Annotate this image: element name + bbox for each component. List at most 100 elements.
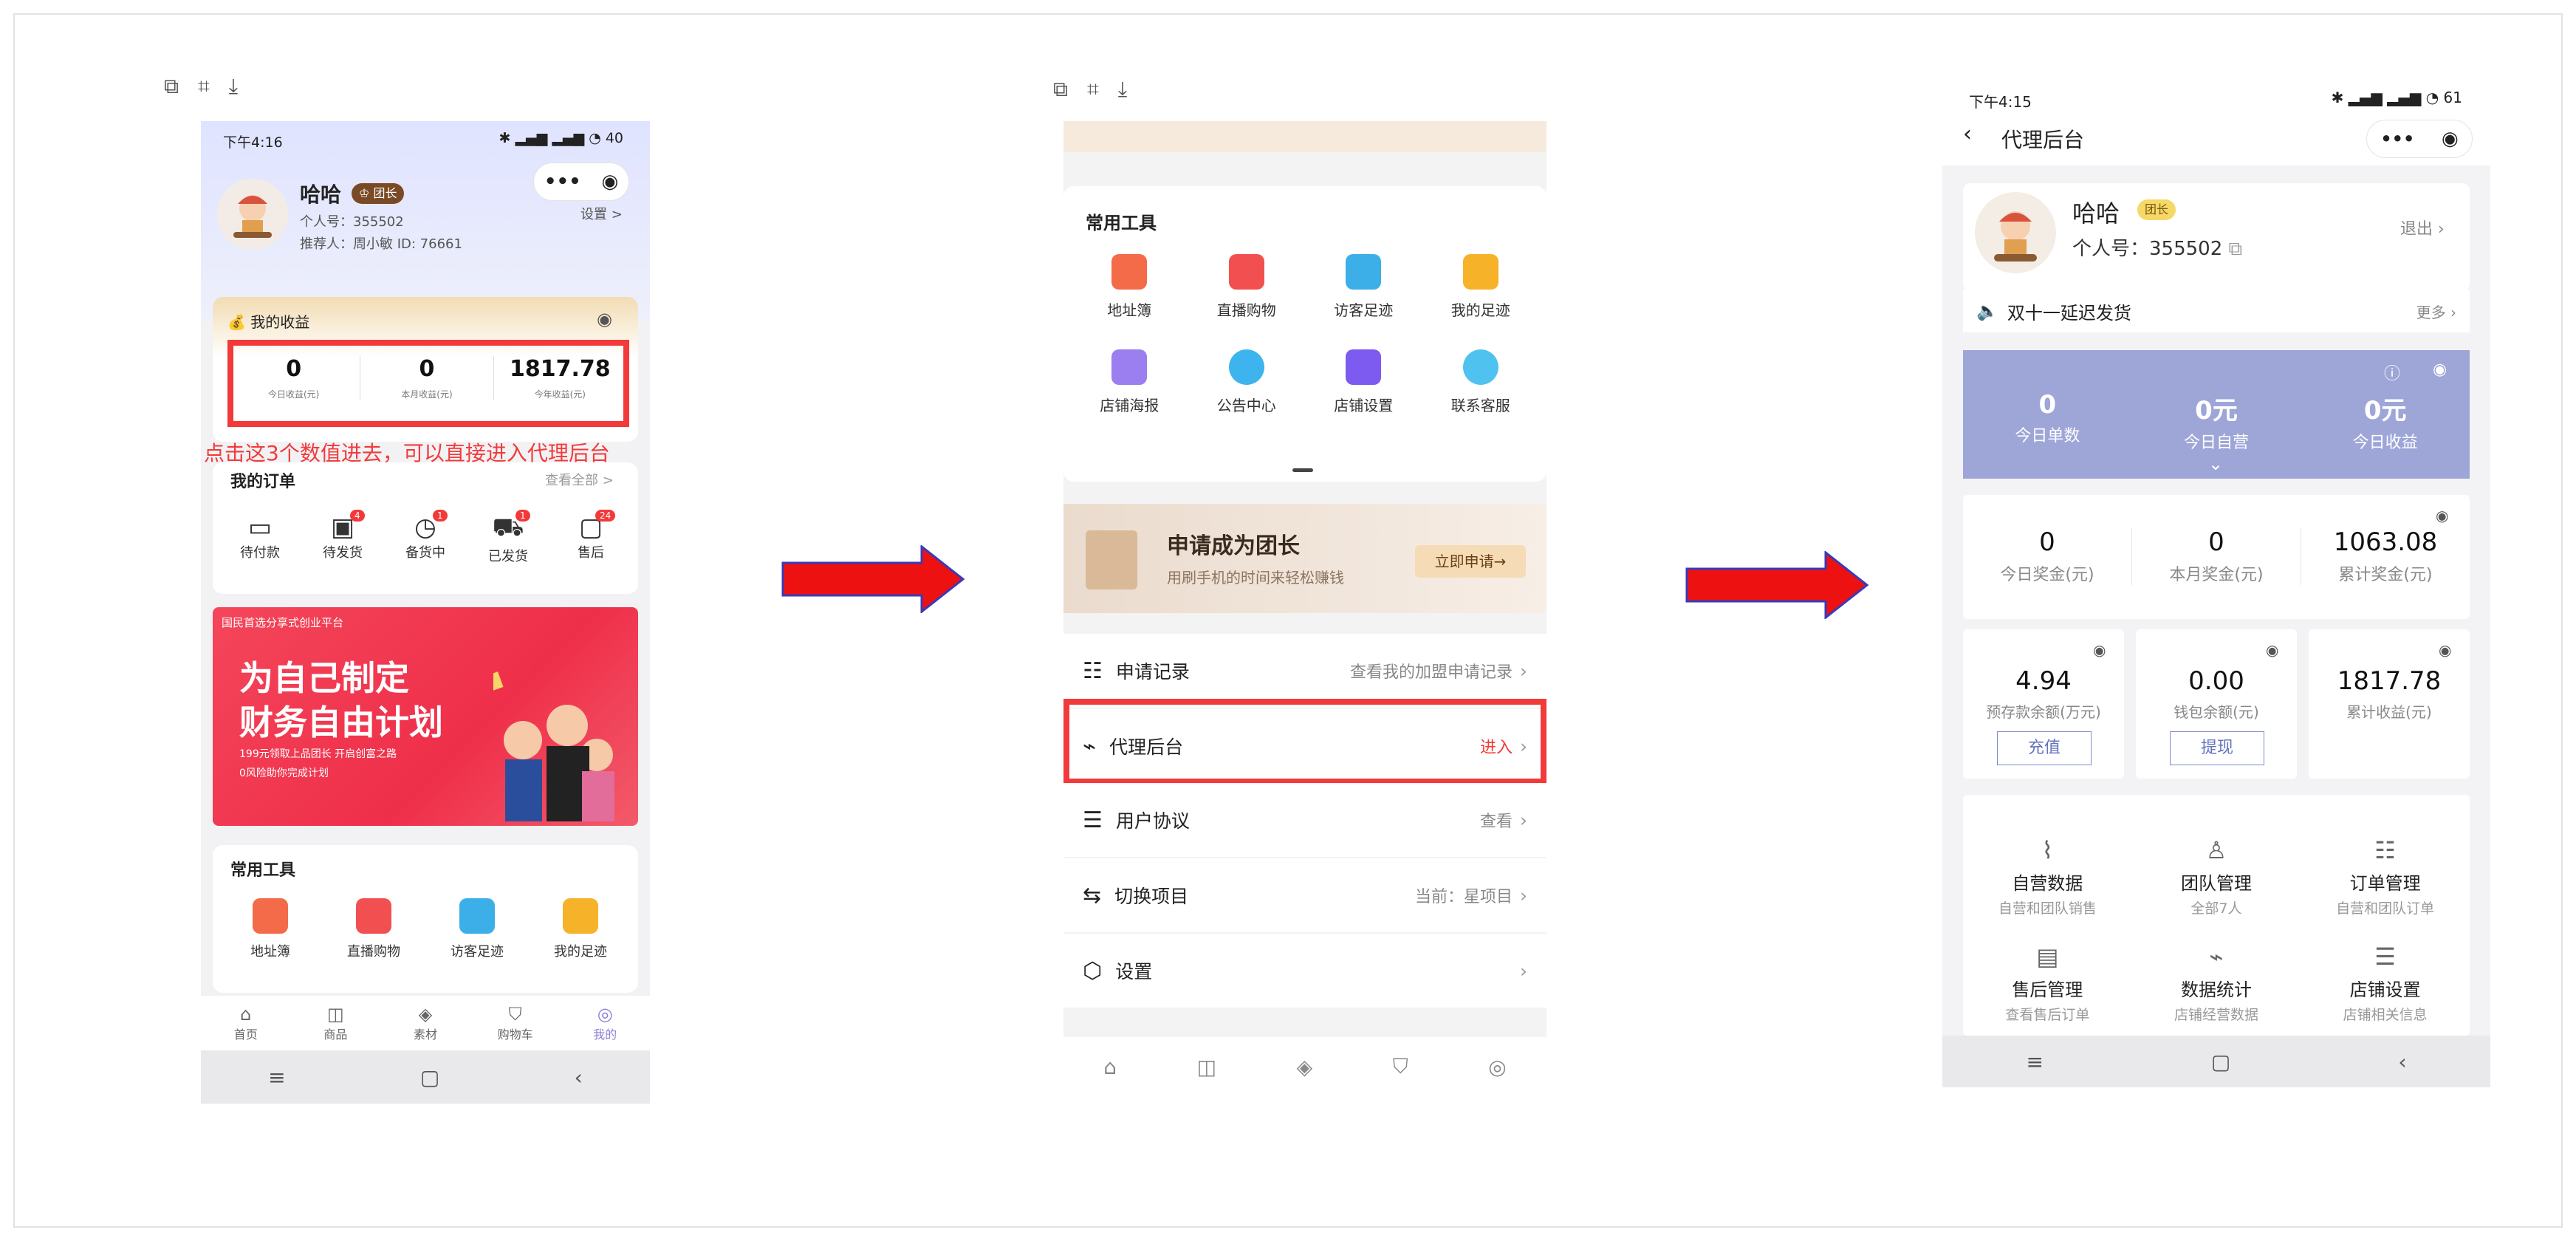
scan-icon[interactable]: ⌗ <box>198 74 210 100</box>
screenshot-my-page-scrolled: 常用工具 地址簿 直播购物 访客足迹 我的足迹 店铺海报 公告中心 店铺设置 联… <box>1063 121 1546 1096</box>
promo-banner[interactable]: 国民首选分享式创业平台 为自己制定 财务自由计划 199元领取上品团长 开启创富… <box>213 607 638 826</box>
withdraw-button[interactable]: 提现 <box>2170 731 2264 765</box>
stat-today-orders[interactable]: 0 今日单数 <box>1963 390 2132 453</box>
back-icon[interactable]: ‹ <box>575 1065 583 1090</box>
gear-icon: ⬡ <box>1083 957 1103 984</box>
func-order-management[interactable]: ☷ 订单管理 自营和团队订单 <box>2301 836 2470 917</box>
stat-today-earnings[interactable]: 0元 今日收益 <box>2301 390 2470 453</box>
team-icon: ♙ <box>2205 836 2227 864</box>
orders-view-all[interactable]: 查看全部 > <box>545 470 614 489</box>
cart-icon[interactable]: ⛉ <box>1393 1054 1408 1079</box>
download-icon[interactable]: ⤓ <box>229 74 238 100</box>
order-preparing[interactable]: ◷ 1 备货中 <box>384 510 467 565</box>
bonus-stats: 0 今日奖金(元) 0 本月奖金(元) 1063.08 累计奖金(元) <box>1963 527 2470 585</box>
tool-my-footprint[interactable]: 我的足迹 <box>529 898 632 960</box>
more-icon[interactable]: ••• <box>544 171 581 193</box>
crop-icon[interactable]: ⧉ <box>1053 77 1068 103</box>
tool-address-book[interactable]: 地址簿 <box>1071 254 1188 320</box>
menu-user-agreement[interactable]: ☰ 用户协议 查看 › <box>1063 783 1546 857</box>
scan-icon[interactable]: ⌗ <box>1087 77 1099 103</box>
func-after-sales[interactable]: ▤ 售后管理 查看售后订单 <box>1963 943 2132 1024</box>
role-badge: ♔ 团长 <box>352 183 405 204</box>
tool-customer-service[interactable]: 联系客服 <box>1422 349 1540 415</box>
back-icon[interactable]: ‹ <box>2398 1050 2406 1074</box>
eye-icon[interactable]: ◉ <box>2433 360 2447 379</box>
copy-icon[interactable]: ⧉ <box>2229 238 2243 260</box>
avatar[interactable] <box>1975 192 2056 273</box>
banner-line-1: 为自己制定 <box>239 658 409 698</box>
download-icon[interactable]: ⤓ <box>1118 77 1127 103</box>
menu-icon[interactable]: ≡ <box>268 1065 285 1090</box>
banner-sub-2: 0风险助你完成计划 <box>239 767 329 779</box>
badge-count: 24 <box>595 510 616 522</box>
home-square-icon[interactable]: ▢ <box>420 1065 439 1090</box>
crop-icon[interactable]: ⧉ <box>164 74 179 100</box>
menu-apply-records[interactable]: ☷ 申请记录 查看我的加盟申请记录 › <box>1063 634 1546 708</box>
tool-live-shopping[interactable]: 直播购物 <box>322 898 425 960</box>
tool-my-footprint[interactable]: 我的足迹 <box>1422 254 1540 320</box>
referrer: 推荐人：周小敏 ID: 76661 <box>300 236 462 252</box>
tool-live-shopping[interactable]: 直播购物 <box>1188 254 1306 320</box>
more-icon[interactable]: ••• <box>2380 129 2414 149</box>
home-square-icon[interactable]: ▢ <box>2211 1050 2230 1074</box>
stat-today-self-sales[interactable]: 0元 今日自营 <box>2132 390 2301 453</box>
order-pending-payment[interactable]: ▭ 待付款 <box>219 513 301 565</box>
menu-icon[interactable]: ≡ <box>2026 1050 2043 1074</box>
order-shipped[interactable]: ⛟ 1 已发货 <box>467 510 549 565</box>
func-team-management[interactable]: ♙ 团队管理 全部7人 <box>2132 836 2301 917</box>
eye-icon[interactable]: ◉ <box>597 309 612 329</box>
menu-switch-project[interactable]: ⇆ 切换项目 当前：星项目 › <box>1063 858 1546 932</box>
settings-link[interactable]: 设置 > <box>580 204 623 223</box>
people-illustration <box>476 652 619 821</box>
menu-settings[interactable]: ⬡ 设置 › <box>1063 934 1546 1008</box>
notice-more[interactable]: 更多 <box>2416 304 2446 321</box>
help-icon[interactable]: ⓘ <box>2384 360 2400 384</box>
tool-visitor-footprint[interactable]: 访客足迹 <box>1305 254 1422 320</box>
order-after-sales[interactable]: ▢ 24 售后 <box>549 510 632 565</box>
func-statistics[interactable]: ⌁ 数据统计 店铺经营数据 <box>2132 943 2301 1024</box>
tool-shop-poster[interactable]: 店铺海报 <box>1071 349 1188 415</box>
stat-total-bonus[interactable]: 1063.08 累计奖金(元) <box>2301 527 2470 585</box>
orders-title: 我的订单 <box>230 473 296 491</box>
eye-icon[interactable]: ◉ <box>2436 507 2448 524</box>
bulb-icon[interactable]: ◎ <box>1488 1055 1506 1079</box>
tool-visitor-footprint[interactable]: 访客足迹 <box>425 898 529 960</box>
user-name: 哈哈 <box>2072 199 2120 228</box>
apply-button[interactable]: 立即申请→ <box>1415 545 1526 578</box>
back-arrow-icon[interactable]: ‹ <box>1963 121 1972 147</box>
tool-address-book[interactable]: 地址簿 <box>219 898 322 960</box>
stat-month-bonus[interactable]: 0 本月奖金(元) <box>2132 527 2301 585</box>
home-icon[interactable]: ⌂ <box>1103 1055 1117 1079</box>
visitor-icon <box>1346 254 1382 290</box>
close-target-icon[interactable]: ◉ <box>2442 128 2459 150</box>
personal-id: 个人号：355502 ⧉ <box>2072 238 2243 260</box>
func-self-data[interactable]: ⌇ 自营数据 自营和团队销售 <box>1963 836 2132 917</box>
logout-link[interactable]: 退出 › <box>2400 216 2445 239</box>
tab-mine[interactable]: ◎ 我的 <box>560 1004 650 1042</box>
func-shop-settings[interactable]: ☰ 店铺设置 店铺相关信息 <box>2301 943 2470 1024</box>
tab-home[interactable]: ⌂ 首页 <box>201 1004 291 1042</box>
chevron-down-icon[interactable]: ⌄ <box>2208 454 2223 474</box>
tools-title: 常用工具 <box>230 861 296 880</box>
bag-icon[interactable]: ◫ <box>1197 1055 1216 1079</box>
order-to-ship[interactable]: ▣ 4 待发货 <box>301 510 384 565</box>
tab-materials[interactable]: ◈ 素材 <box>380 1004 470 1042</box>
tool-shop-settings[interactable]: 店铺设置 <box>1305 349 1422 415</box>
tool-notice-center[interactable]: 公告中心 <box>1188 349 1306 415</box>
graduation-cap-icon[interactable]: ◈ <box>1297 1055 1313 1079</box>
agreement-icon: ☰ <box>1083 807 1103 833</box>
tab-products[interactable]: ◫ 商品 <box>291 1004 381 1042</box>
clipboard-icon: ☷ <box>2374 836 2396 864</box>
eye-icon[interactable]: ◉ <box>2093 641 2106 659</box>
apply-banner[interactable]: 申请成为团长 用刷手机的时间来轻松赚钱 立即申请→ <box>1063 504 1546 613</box>
eye-icon[interactable]: ◉ <box>2439 641 2451 659</box>
stat-today-bonus[interactable]: 0 今日奖金(元) <box>1963 527 2132 585</box>
avatar[interactable] <box>217 179 288 250</box>
recharge-button[interactable]: 充值 <box>1997 731 2092 765</box>
status-time: 下午4:15 <box>1969 93 2032 111</box>
notice-bar[interactable]: 🔈 双十一延迟发货 更多 › <box>1963 290 2470 332</box>
close-target-icon[interactable]: ◉ <box>601 171 618 193</box>
eye-icon[interactable]: ◉ <box>2266 641 2278 659</box>
tab-cart[interactable]: ⛉ 购物车 <box>470 1004 561 1042</box>
cart-icon <box>356 898 391 934</box>
